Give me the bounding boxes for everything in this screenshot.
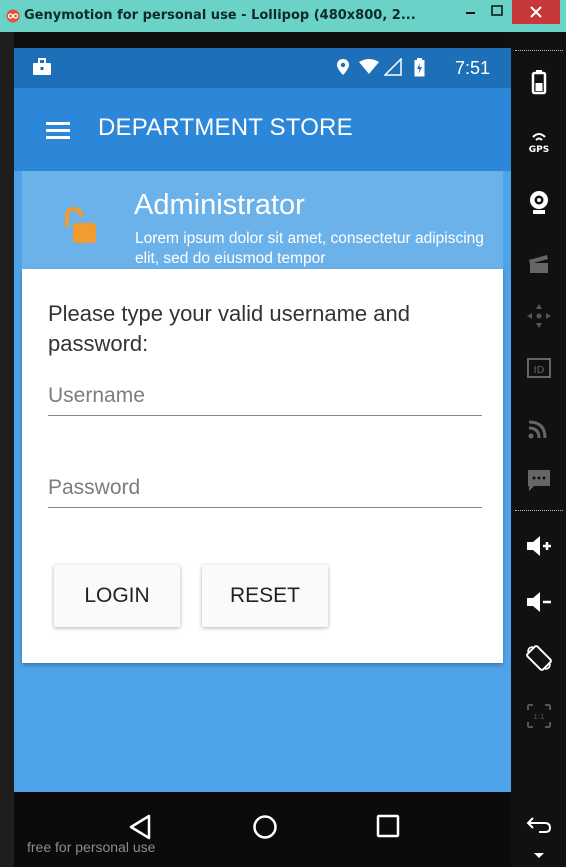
window-title: Genymotion for personal use - Lollipop (… bbox=[24, 8, 416, 23]
recents-icon[interactable] bbox=[376, 814, 400, 838]
menu-icon[interactable] bbox=[46, 122, 70, 139]
resize-icon[interactable]: 1:1 bbox=[525, 702, 553, 730]
dpad-icon[interactable] bbox=[525, 302, 553, 330]
admin-description: Lorem ipsum dolor sit amet, consectetur … bbox=[135, 230, 484, 267]
back-arrow-icon[interactable] bbox=[525, 810, 553, 838]
username-field-container bbox=[48, 379, 482, 416]
genymotion-toolbar: GPS ID 1:1 bbox=[511, 32, 566, 867]
watermark-text: free for personal use bbox=[27, 839, 156, 855]
status-clock: 7:51 bbox=[455, 58, 491, 78]
battery-charging-icon bbox=[414, 58, 425, 77]
password-input[interactable] bbox=[48, 471, 482, 505]
login-card: Please type your valid username and pass… bbox=[22, 269, 503, 663]
gps-icon[interactable]: GPS bbox=[525, 128, 553, 156]
location-icon bbox=[337, 59, 349, 75]
maximize-button[interactable] bbox=[486, 0, 508, 24]
admin-title: Administrator bbox=[134, 189, 305, 221]
battery-icon[interactable] bbox=[525, 68, 553, 96]
close-button[interactable] bbox=[512, 0, 560, 24]
svg-text:1:1: 1:1 bbox=[533, 713, 544, 721]
rss-icon[interactable] bbox=[525, 414, 553, 442]
briefcase-icon bbox=[33, 58, 51, 75]
unlocked-lock-icon bbox=[65, 207, 96, 243]
sms-icon[interactable] bbox=[525, 466, 553, 494]
maximize-icon bbox=[491, 5, 503, 16]
login-prompt: Please type your valid username and pass… bbox=[48, 301, 410, 356]
android-status-bar: 7:51 bbox=[14, 48, 511, 88]
username-input[interactable] bbox=[48, 379, 482, 413]
dropdown-arrow-icon[interactable] bbox=[533, 852, 545, 860]
rotate-icon[interactable] bbox=[525, 644, 553, 672]
webcam-icon[interactable] bbox=[525, 188, 553, 216]
camera-icon[interactable] bbox=[525, 248, 553, 276]
volume-down-icon[interactable] bbox=[525, 588, 553, 616]
app-title: DEPARTMENT STORE bbox=[98, 114, 353, 141]
genymotion-app-icon bbox=[6, 9, 20, 23]
main-content: Administrator Lorem ipsum dolor sit amet… bbox=[14, 171, 511, 792]
window-title-bar: Genymotion for personal use - Lollipop (… bbox=[0, 0, 566, 32]
login-button[interactable]: LOGIN bbox=[54, 565, 180, 627]
minimize-icon bbox=[466, 12, 475, 14]
home-icon[interactable] bbox=[252, 814, 278, 840]
id-icon[interactable]: ID bbox=[525, 354, 553, 382]
svg-text:ID: ID bbox=[534, 365, 545, 376]
android-nav-bar: free for personal use bbox=[14, 792, 511, 867]
password-field-container bbox=[48, 471, 482, 508]
wifi-icon bbox=[359, 59, 379, 74]
volume-up-icon[interactable] bbox=[525, 532, 553, 560]
svg-text:GPS: GPS bbox=[529, 145, 549, 155]
app-bar: DEPARTMENT STORE bbox=[14, 88, 511, 171]
cellular-signal-icon bbox=[384, 58, 402, 76]
device-screen: 7:51 DEPARTMENT STORE Administrator Lore… bbox=[14, 32, 511, 867]
minimize-button[interactable] bbox=[460, 0, 482, 24]
close-icon bbox=[530, 6, 542, 18]
admin-header: Administrator Lorem ipsum dolor sit amet… bbox=[22, 171, 503, 269]
reset-button[interactable]: RESET bbox=[202, 565, 328, 627]
back-icon[interactable] bbox=[128, 814, 152, 840]
